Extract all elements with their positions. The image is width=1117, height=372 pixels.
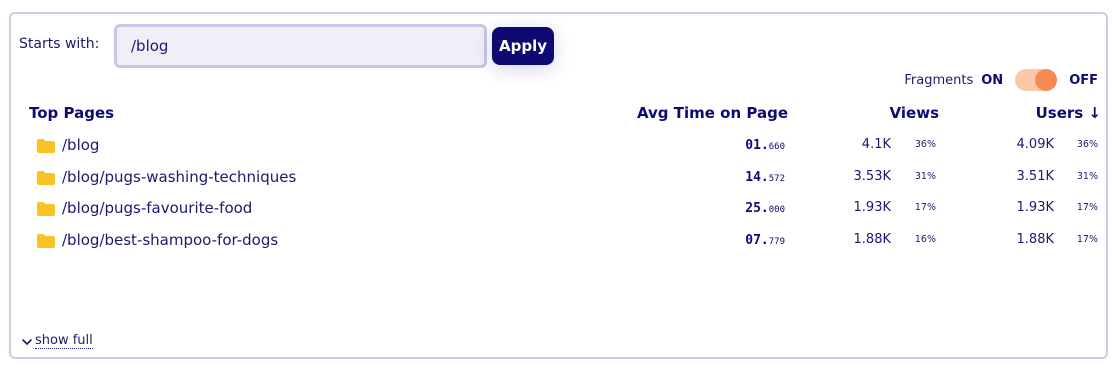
users-value: 1.88K <box>1016 231 1054 247</box>
top-pages-panel: Starts with: Apply Fragments ON OFF Top … <box>9 12 1108 359</box>
folder-icon <box>37 139 55 153</box>
views-percent: 36% <box>914 139 936 150</box>
show-full-link[interactable]: show full <box>21 334 93 349</box>
column-header-avg-time[interactable]: Avg Time on Page <box>637 104 788 122</box>
fragments-off-label[interactable]: OFF <box>1069 73 1098 88</box>
column-header-users[interactable]: Users ↓ <box>1036 104 1101 122</box>
fragments-toggle[interactable] <box>1015 69 1058 91</box>
page-path[interactable]: /blog <box>62 136 99 154</box>
avg-time-value: 25.000 <box>745 201 785 216</box>
fragments-toggle-group: Fragments ON OFF <box>904 68 1098 92</box>
page-path[interactable]: /blog/best-shampoo-for-dogs <box>62 231 278 249</box>
table-header: Top Pages Avg Time on Page Views Users ↓ <box>29 104 1101 126</box>
avg-time-value: 07.779 <box>745 232 785 248</box>
page-path[interactable]: /blog/pugs-washing-techniques <box>62 168 296 186</box>
users-value: 4.09K <box>1016 137 1054 152</box>
users-percent: 17% <box>1076 233 1098 245</box>
views-value: 1.88K <box>853 231 891 247</box>
path-filter-input[interactable] <box>114 24 487 68</box>
folder-icon <box>37 233 55 248</box>
table-row[interactable]: /blog 01.660 4.1K 36% 4.09K 36% <box>11 132 1106 164</box>
folder-icon <box>37 202 55 216</box>
users-percent: 36% <box>1076 139 1098 150</box>
views-percent: 17% <box>914 202 936 213</box>
column-header-top-pages: Top Pages <box>29 104 115 122</box>
views-value: 3.53K <box>853 168 891 184</box>
toggle-knob <box>1035 69 1058 91</box>
views-percent: 31% <box>914 170 936 182</box>
starts-with-label: Starts with: <box>19 36 100 52</box>
chevron-down-icon <box>22 338 32 345</box>
users-percent: 17% <box>1076 202 1098 213</box>
folder-icon <box>37 170 55 185</box>
users-percent: 31% <box>1076 170 1098 182</box>
avg-time-value: 14.572 <box>745 169 785 185</box>
column-header-views[interactable]: Views <box>890 104 939 122</box>
fragments-on-label[interactable]: ON <box>981 73 1003 88</box>
table-row[interactable]: /blog/best-shampoo-for-dogs 07.779 1.88K… <box>11 227 1106 259</box>
table-row[interactable]: /blog/pugs-washing-techniques 14.572 3.5… <box>11 164 1106 196</box>
avg-time-value: 01.660 <box>745 138 785 153</box>
users-value: 3.51K <box>1016 168 1054 184</box>
users-value: 1.93K <box>1016 200 1054 215</box>
apply-button[interactable]: Apply <box>492 27 554 65</box>
views-value: 4.1K <box>861 137 891 152</box>
views-value: 1.93K <box>853 200 891 215</box>
fragments-label: Fragments <box>904 72 974 88</box>
views-percent: 16% <box>914 233 936 245</box>
show-full-label: show full <box>35 333 93 349</box>
table-body: /blog 01.660 4.1K 36% 4.09K 36% /blog/pu… <box>11 132 1106 258</box>
table-row[interactable]: /blog/pugs-favourite-food 25.000 1.93K 1… <box>11 195 1106 227</box>
page-path[interactable]: /blog/pugs-favourite-food <box>62 199 252 217</box>
